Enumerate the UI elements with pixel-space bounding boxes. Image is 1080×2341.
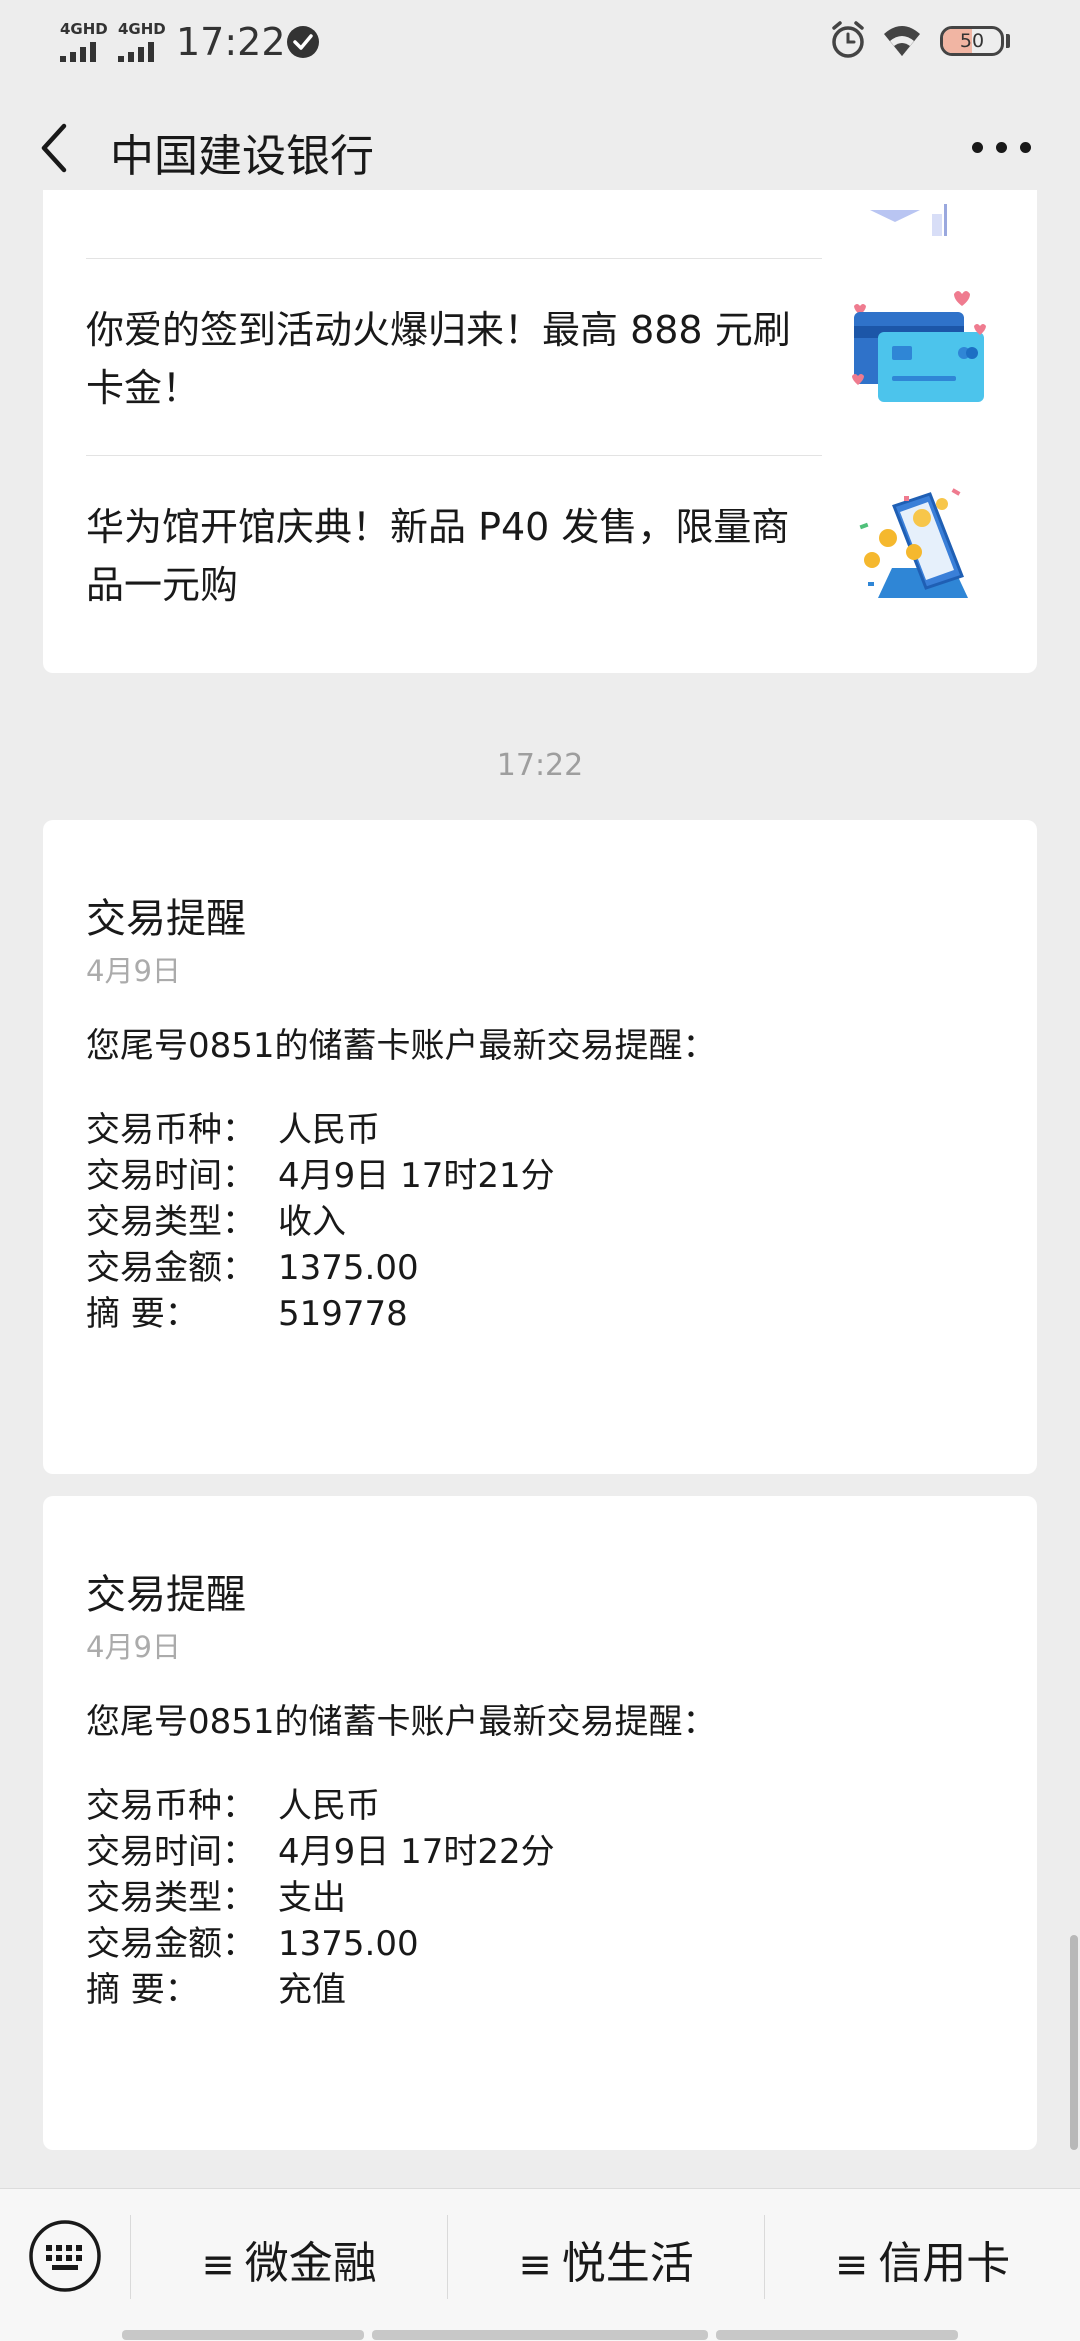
transaction-intro: 您尾号0851的储蓄卡账户最新交易提醒： — [86, 1026, 717, 1066]
detail-label: 摘 要： — [86, 1970, 199, 2010]
detail-label: 交易金额： — [86, 1924, 256, 1964]
network-type-label: 4GHD — [118, 20, 166, 38]
scrollbar[interactable] — [1070, 1935, 1078, 2150]
divider — [86, 258, 822, 259]
detail-row: 交易类型： 支出 — [86, 1875, 555, 1921]
keyboard-icon[interactable] — [28, 2219, 102, 2293]
detail-value: 4月9日 17时22分 — [278, 1832, 555, 1872]
detail-value: 1375.00 — [278, 1924, 419, 1964]
gesture-bar — [122, 2330, 364, 2340]
battery-icon: 50 — [940, 26, 1004, 56]
transaction-card[interactable]: 交易提醒 4月9日 您尾号0851的储蓄卡账户最新交易提醒： 交易币种： 人民币 … — [43, 1496, 1037, 2150]
bottom-menu: ≡ 微金融 ≡ 悦生活 ≡ 信用卡 — [0, 2188, 1080, 2341]
transaction-details: 交易币种： 人民币 交易时间： 4月9日 17时21分 交易类型： 收入 交易金额： 1… — [86, 1107, 555, 1337]
menu-item-weijinrong[interactable]: ≡ 微金融 — [131, 2189, 447, 2339]
transaction-details: 交易币种： 人民币 交易时间： 4月9日 17时22分 交易类型： 支出 交易金额： 1… — [86, 1783, 555, 2013]
menu-item-label: 悦生活 — [561, 2238, 694, 2289]
detail-row: 交易时间： 4月9日 17时21分 — [86, 1153, 555, 1199]
divider — [86, 455, 822, 456]
menu-icon: ≡ — [834, 2242, 869, 2288]
detail-value: 人民币 — [278, 1110, 380, 1150]
detail-row: 交易时间： 4月9日 17时22分 — [86, 1829, 555, 1875]
more-options-icon[interactable] — [972, 142, 1032, 156]
detail-value: 4月9日 17时21分 — [278, 1156, 555, 1196]
transaction-title: 交易提醒 — [86, 896, 246, 942]
transaction-card[interactable]: 交易提醒 4月9日 您尾号0851的储蓄卡账户最新交易提醒： 交易币种： 人民币 … — [43, 820, 1037, 1474]
detail-row: 交易类型： 收入 — [86, 1199, 555, 1245]
detail-row: 摘 要： 充值 — [86, 1967, 555, 2013]
page-title: 中国建设银行 — [110, 131, 374, 182]
menu-item-label: 微金融 — [244, 2238, 377, 2289]
transaction-date: 4月9日 — [86, 954, 181, 988]
detail-value: 1375.00 — [278, 1248, 419, 1288]
detail-row: 交易币种： 人民币 — [86, 1783, 555, 1829]
article-thumbnail-icon[interactable] — [820, 200, 970, 244]
transaction-date: 4月9日 — [86, 1630, 181, 1664]
status-time: 17:22 — [176, 20, 286, 64]
menu-item-yueshenghuo[interactable]: ≡ 悦生活 — [448, 2189, 764, 2339]
menu-icon: ≡ — [518, 2242, 552, 2288]
detail-label: 交易时间： — [86, 1832, 256, 1872]
detail-value: 支出 — [278, 1878, 346, 1918]
wifi-icon — [884, 26, 920, 56]
check-circle-icon — [287, 26, 319, 58]
gesture-bar — [372, 2330, 708, 2340]
detail-row: 交易金额： 1375.00 — [86, 1921, 555, 1967]
alarm-icon — [832, 21, 864, 58]
gesture-bar — [716, 2330, 958, 2340]
detail-row: 交易币种： 人民币 — [86, 1107, 555, 1153]
credit-card-icon[interactable] — [848, 282, 988, 422]
battery-tip — [1006, 34, 1010, 48]
phone-coins-icon[interactable] — [842, 478, 982, 618]
detail-row: 摘 要： 519778 — [86, 1291, 555, 1337]
battery-percent: 50 — [959, 30, 985, 52]
article-title[interactable]: 华为馆开馆庆典！新品 P40 发售，限量商品一元购 — [86, 498, 816, 614]
detail-label: 交易币种： — [86, 1786, 256, 1826]
detail-label: 交易金额： — [86, 1248, 256, 1288]
menu-item-label: 信用卡 — [878, 2238, 1011, 2289]
detail-value: 收入 — [278, 1202, 346, 1242]
status-bar: 4GHD 4GHD 17:22 50 — [0, 0, 1080, 84]
detail-value: 519778 — [278, 1294, 408, 1334]
back-arrow-icon[interactable] — [36, 122, 72, 174]
message-time: 17:22 — [496, 748, 584, 783]
detail-value: 充值 — [278, 1970, 346, 2010]
menu-item-xinyongka[interactable]: ≡ 信用卡 — [765, 2189, 1080, 2339]
menu-icon: ≡ — [201, 2242, 235, 2288]
transaction-intro: 您尾号0851的储蓄卡账户最新交易提醒： — [86, 1702, 717, 1742]
network-type-label: 4GHD — [60, 20, 108, 38]
transaction-title: 交易提醒 — [86, 1572, 246, 1618]
article-title[interactable]: 你爱的签到活动火爆归来！最高 888 元刷卡金！ — [86, 301, 816, 417]
detail-label: 交易时间： — [86, 1156, 256, 1196]
detail-value: 人民币 — [278, 1786, 380, 1826]
detail-label: 交易类型： — [86, 1878, 256, 1918]
detail-label: 交易币种： — [86, 1110, 256, 1150]
detail-label: 交易类型： — [86, 1202, 256, 1242]
detail-label: 摘 要： — [86, 1294, 199, 1334]
detail-row: 交易金额： 1375.00 — [86, 1245, 555, 1291]
